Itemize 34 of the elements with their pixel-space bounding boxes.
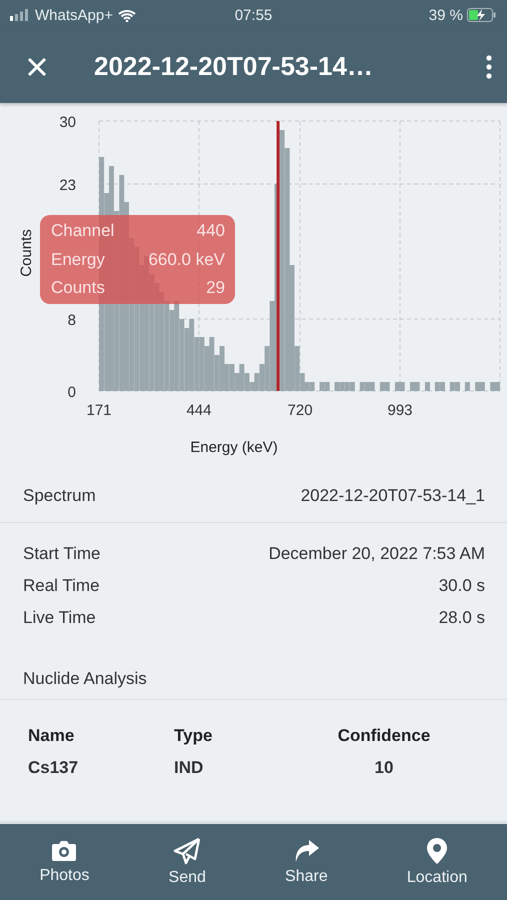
page-title: 2022-12-20T07-53-14… (94, 51, 374, 82)
y-tick-label: 0 (68, 384, 76, 401)
field-value: 30.0 s (438, 576, 485, 596)
field-label: Real Time (23, 576, 100, 596)
column-header: Name (28, 720, 174, 752)
x-tick-label: 720 (288, 402, 313, 419)
column-header: Type (174, 725, 214, 747)
x-tick-label: 993 (388, 402, 413, 419)
clock: 07:55 (234, 6, 274, 24)
y-axis-title: Counts (18, 229, 35, 277)
column-header: Confidence (336, 725, 432, 747)
x-tick-label: 444 (186, 402, 212, 419)
battery-percent: 39 % (428, 6, 463, 24)
tooltip-value: 440 (196, 221, 225, 241)
field-value: 28.0 s (438, 608, 485, 628)
y-tick-label: 30 (59, 114, 76, 131)
tooltip-value: 29 (205, 278, 225, 298)
table-cell-text: IND (174, 757, 204, 779)
y-tick-label: 23 (59, 177, 76, 194)
y-tick-label: 8 (68, 312, 76, 329)
field-value: 2022-12-20T07-53-14_1 (300, 486, 485, 506)
x-tick-label: 171 (86, 402, 112, 419)
section-title: Nuclide Analysis (0, 634, 507, 700)
field-value: December 20, 2022 7:53 AM (268, 544, 485, 564)
tooltip-label: Counts (51, 278, 106, 298)
field-label: Live Time (23, 608, 96, 628)
tooltip-label: Channel (51, 221, 114, 241)
table-cell-text: 10 (374, 757, 394, 779)
field-label: Start Time (23, 544, 100, 564)
table-cell-text: Cs137 (28, 757, 80, 779)
x-axis-title: Energy (keV) (190, 439, 278, 456)
tooltip-value: 660.0 keV (147, 250, 225, 270)
tooltip-label: Energy (51, 250, 106, 270)
field-label: Spectrum (23, 486, 96, 506)
